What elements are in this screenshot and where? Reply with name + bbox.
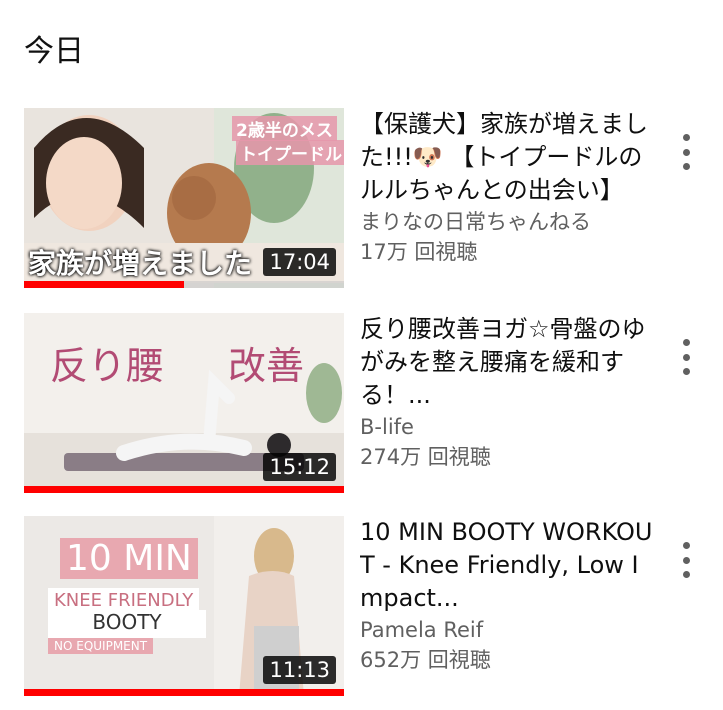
video-item[interactable]: 2歳半のメス トイプードル 家族が増えました 17:04 【保護犬】家族が増えま… [0,108,723,298]
video-info[interactable]: 【保護犬】家族が増えました!!!🐶 【トイプードルのルルちゃんとの出会い】 まり… [360,108,660,267]
video-duration: 11:13 [263,656,336,684]
channel-name[interactable]: B-life [360,412,660,442]
video-duration: 17:04 [263,248,336,276]
thumbnail-caption-booty: BOOTY [48,610,206,638]
video-info[interactable]: 反り腰改善ヨガ☆骨盤のゆがみを整え腰痛を緩和する！... B-life 274万… [360,313,660,472]
video-item[interactable]: 反り腰 改善 15:12 反り腰改善ヨガ☆骨盤のゆがみを整え腰痛を緩和する！..… [0,313,723,503]
thumbnail-caption-10min: 10 MIN [60,538,198,579]
video-info[interactable]: 10 MIN BOOTY WORKOUT - Knee Friendly, Lo… [360,516,660,675]
video-title[interactable]: 【保護犬】家族が増えました!!!🐶 【トイプードルのルルちゃんとの出会い】 [360,108,660,207]
thumbnail-caption-knee: KNEE FRIENDLY [48,588,200,611]
video-duration: 15:12 [263,453,336,481]
video-thumbnail[interactable]: 反り腰 改善 15:12 [24,313,344,493]
channel-name[interactable]: Pamela Reif [360,615,660,645]
thumbnail-caption-left: 反り腰 [50,344,165,388]
section-title-today: 今日 [24,34,84,69]
view-count: 652万 回視聴 [360,648,491,672]
thumbnail-caption-top: 2歳半のメス [232,116,337,141]
watch-progress-bar [24,486,344,493]
watch-progress-bar [24,281,344,288]
video-title[interactable]: 反り腰改善ヨガ☆骨盤のゆがみを整え腰痛を緩和する！... [360,313,660,412]
watch-progress-fill [24,486,344,493]
view-count: 274万 回視聴 [360,445,491,469]
channel-name[interactable]: まりなの日常ちゃんねる [360,207,660,237]
video-title[interactable]: 10 MIN BOOTY WORKOUT - Knee Friendly, Lo… [360,516,660,615]
video-thumbnail[interactable]: 10 MIN KNEE FRIENDLY BOOTY NO EQUIPMENT … [24,516,344,696]
video-item[interactable]: 10 MIN KNEE FRIENDLY BOOTY NO EQUIPMENT … [0,516,723,706]
thumbnail-caption-sub: トイプードル [236,140,344,165]
watch-progress-bar [24,689,344,696]
video-thumbnail[interactable]: 2歳半のメス トイプードル 家族が増えました 17:04 [24,108,344,288]
thumbnail-caption-main: 家族が増えました [28,247,253,280]
thumbnail-caption-right: 改善 [228,344,305,388]
more-vert-icon[interactable] [672,130,700,174]
thumbnail-caption-noequip: NO EQUIPMENT [48,638,154,654]
watch-progress-fill [24,281,184,288]
more-vert-icon[interactable] [672,538,700,582]
more-vert-icon[interactable] [672,335,700,379]
view-count: 17万 回視聴 [360,240,478,264]
watch-progress-fill [24,689,344,696]
